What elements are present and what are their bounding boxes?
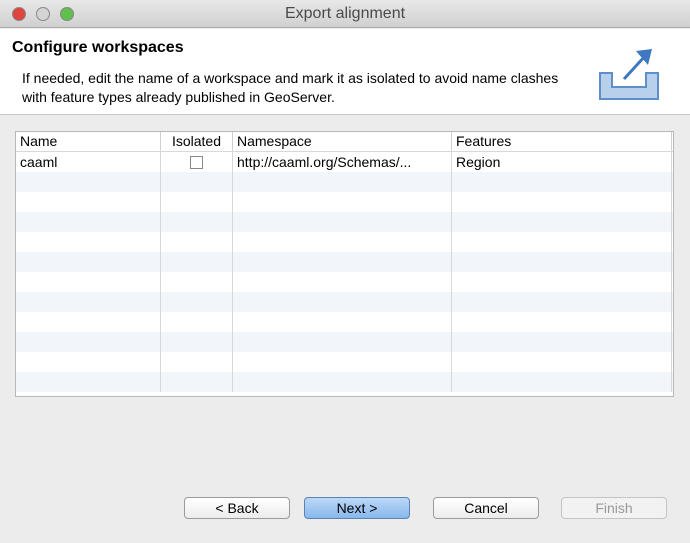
empty-row <box>16 272 673 292</box>
minimize-window-button[interactable] <box>36 7 50 21</box>
column-header-features[interactable]: Features <box>452 132 672 151</box>
column-header-name[interactable]: Name <box>16 132 161 151</box>
window-title: Export alignment <box>284 5 406 22</box>
workspaces-table: Name Isolated Namespace Features caaml h… <box>15 131 674 397</box>
isolated-checkbox[interactable] <box>190 155 203 169</box>
zoom-window-button[interactable] <box>60 7 74 21</box>
features-cell: Region <box>452 152 672 172</box>
next-button[interactable]: Next > <box>304 497 410 519</box>
finish-button: Finish <box>561 497 667 519</box>
wizard-header: Configure workspaces If needed, edit the… <box>0 29 690 115</box>
empty-row <box>16 252 673 272</box>
workspace-name-cell[interactable]: caaml <box>16 152 161 172</box>
empty-row <box>16 312 673 332</box>
empty-row <box>16 352 673 372</box>
empty-row <box>16 372 673 392</box>
close-window-button[interactable] <box>12 7 26 21</box>
isolated-cell <box>161 152 233 172</box>
cancel-button[interactable]: Cancel <box>433 497 539 519</box>
page-description: If needed, edit the name of a workspace … <box>22 70 559 105</box>
export-icon <box>599 49 659 100</box>
column-header-isolated[interactable]: Isolated <box>161 132 233 151</box>
empty-row <box>16 192 673 212</box>
empty-row <box>16 232 673 252</box>
namespace-cell: http://caaml.org/Schemas/... <box>233 152 452 172</box>
table-row[interactable]: caaml http://caaml.org/Schemas/... Regio… <box>16 152 673 172</box>
empty-row <box>16 172 673 192</box>
table-body: caaml http://caaml.org/Schemas/... Regio… <box>16 152 673 392</box>
empty-row <box>16 332 673 352</box>
page-title: Configure workspaces <box>12 39 184 56</box>
column-header-namespace[interactable]: Namespace <box>233 132 452 151</box>
empty-row <box>16 292 673 312</box>
title-bar: Export alignment <box>0 0 690 28</box>
empty-row <box>16 212 673 232</box>
table-header: Name Isolated Namespace Features <box>16 132 673 152</box>
back-button[interactable]: < Back <box>184 497 290 519</box>
